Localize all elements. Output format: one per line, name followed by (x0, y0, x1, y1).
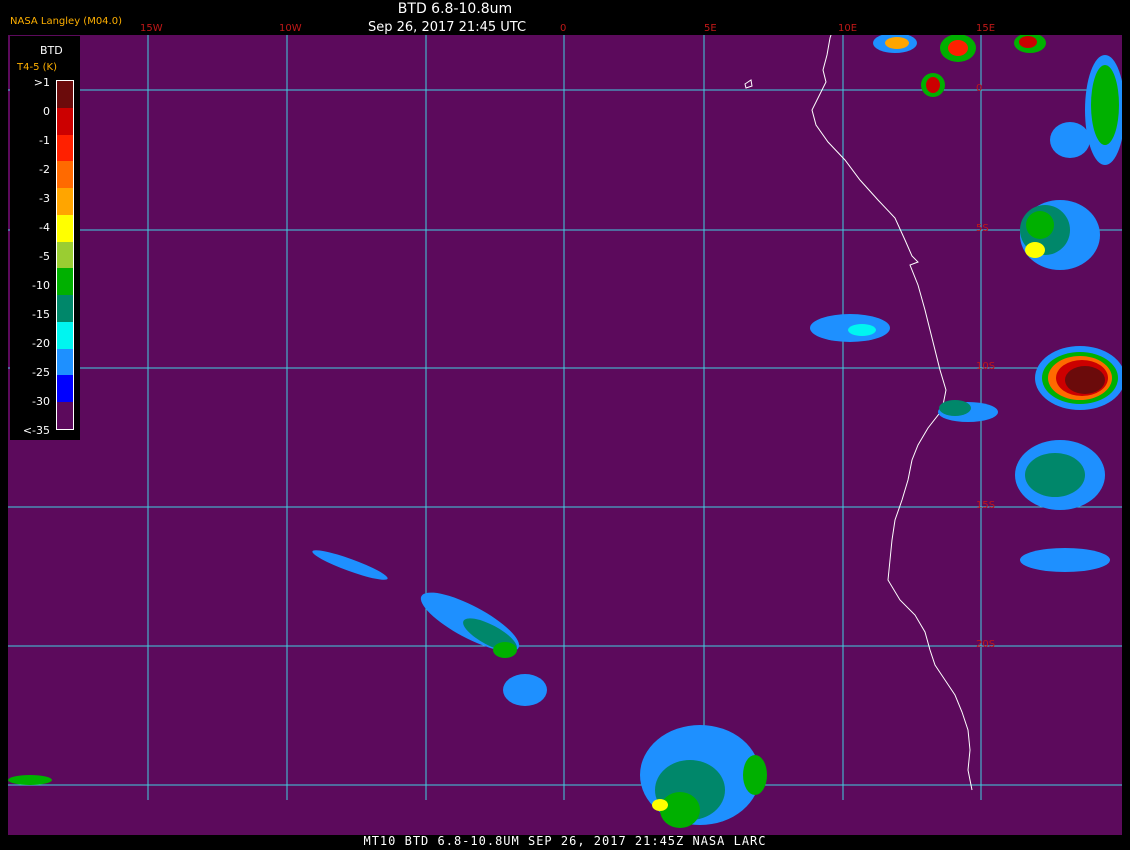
datetime-label: Sep 26, 2017 21:45 UTC (368, 20, 527, 35)
legend-swatch (57, 161, 73, 189)
legend-swatch (57, 214, 73, 242)
legend-tick-label: -2 (39, 163, 50, 176)
legend-swatch (57, 402, 73, 429)
legend-swatch (57, 134, 73, 162)
legend-tick-label: <-35 (22, 424, 50, 437)
legend-tick-label: -4 (39, 221, 50, 234)
legend-swatch (57, 348, 73, 376)
legend-tick-label: 0 (43, 105, 50, 118)
legend-swatch (57, 375, 73, 403)
legend-swatch (57, 241, 73, 269)
satellite-map (0, 0, 1130, 850)
legend-units: T4-5 (K) (17, 62, 57, 73)
lon-label-10e: 10E (838, 23, 858, 34)
legend-colorbar (56, 80, 74, 430)
lon-label-0: 0 (560, 23, 567, 34)
footer-caption: MT10 BTD 6.8-10.8UM SEP 26, 2017 21:45Z … (363, 834, 767, 848)
legend-tick-label: >1 (33, 76, 50, 89)
lon-label-5e: 5E (704, 23, 717, 34)
legend-swatch (57, 268, 73, 296)
lat-label-5s: 5S (976, 223, 989, 234)
lon-label-15w: 15W (140, 23, 163, 34)
product-title: BTD 6.8-10.8um (397, 1, 513, 17)
legend-swatch (57, 81, 73, 108)
legend-tick-label: -30 (32, 395, 50, 408)
legend-tick-label: -20 (32, 337, 50, 350)
legend-swatch (57, 321, 73, 349)
lat-label-20s: 20S (976, 639, 996, 650)
lat-label-0: 0 (976, 83, 983, 94)
lat-label-10s: 10S (976, 361, 996, 372)
legend-tick-label: -10 (32, 279, 50, 292)
credit-label: NASA Langley (M04.0) (10, 16, 122, 27)
lon-label-15e: 15E (976, 23, 996, 34)
legend-tick-label: -15 (32, 308, 50, 321)
legend-tick-label: -1 (39, 134, 50, 147)
legend-swatch (57, 188, 73, 215)
legend-swatch (57, 107, 73, 135)
legend-tick-label: -5 (39, 250, 50, 263)
legend-tick-label: -25 (32, 366, 50, 379)
color-legend: BTD T4-5 (K) >1 0 -1 -2 -3 -4 -5 -10 -15 -20 -25 -3… (10, 36, 80, 440)
lon-label-10w: 10W (279, 23, 302, 34)
map-background (8, 35, 1122, 835)
legend-tick-label: -3 (39, 192, 50, 205)
legend-swatch (57, 295, 73, 322)
legend-title: BTD (40, 44, 63, 57)
lat-label-15s: 15S (976, 500, 996, 511)
